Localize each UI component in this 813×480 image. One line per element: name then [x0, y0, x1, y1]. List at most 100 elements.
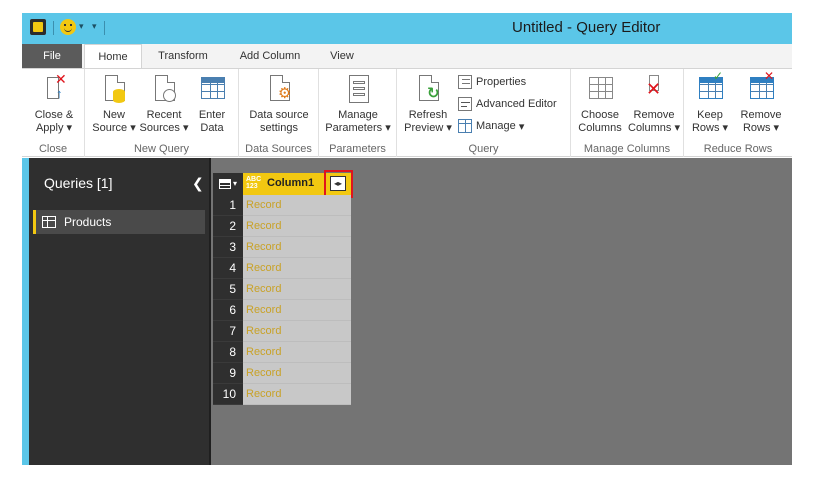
record-cell[interactable]: Record [243, 363, 351, 384]
feedback-smiley-icon[interactable] [60, 19, 76, 35]
new-source-label-2: Source [92, 122, 128, 134]
row-number[interactable]: 6 [213, 300, 243, 321]
manage-query-button[interactable]: Manage ▾ [458, 119, 524, 133]
choose-columns-label-2: Columns [578, 122, 622, 134]
advanced-editor-button[interactable]: Advanced Editor [458, 97, 557, 111]
record-cell[interactable]: Record [243, 216, 351, 237]
row-number[interactable]: 4 [213, 258, 243, 279]
table-row: 3 Record [213, 237, 351, 258]
remove-columns-label-2: Columns [628, 122, 672, 134]
keep-rows-button[interactable]: ✓ Keep Rows ▾ [688, 70, 732, 135]
highlight-box [324, 170, 353, 198]
tab-transform[interactable]: Transform [148, 44, 218, 68]
close-apply-label: Close & [34, 109, 74, 121]
toolbar-separator [53, 21, 54, 35]
refresh-preview-label-2: Preview [404, 122, 444, 134]
queries-pane: Queries [1] ❮ Products [29, 158, 209, 465]
row-number[interactable]: 2 [213, 216, 243, 237]
group-manage-columns: Choose Columns ✕ Remove Columns ▾ Manage… [571, 69, 684, 157]
window-left-edge [22, 158, 29, 465]
title-bar: ▾ ▾ Untitled - Query Editor [22, 13, 792, 44]
tab-add-column[interactable]: Add Column [230, 44, 310, 68]
close-apply-icon: ✕ ↑ [39, 72, 69, 105]
remove-columns-button[interactable]: ✕ Remove Columns ▾ [627, 73, 681, 135]
row-number[interactable]: 10 [213, 384, 243, 405]
new-source-button[interactable]: New Source ▾ [91, 73, 137, 135]
table-icon [42, 216, 56, 228]
window-title: Untitled - Query Editor [512, 19, 661, 36]
table-row: 10 Record [213, 384, 351, 405]
keep-rows-icon: ✓ [695, 70, 725, 105]
chevron-down-icon[interactable]: ▾ [79, 21, 84, 32]
row-number[interactable]: 8 [213, 342, 243, 363]
close-apply-label-2: Apply [35, 122, 64, 134]
enter-data-icon [197, 73, 227, 105]
record-cell[interactable]: Record [243, 258, 351, 279]
record-cell[interactable]: Record [243, 342, 351, 363]
remove-rows-button[interactable]: ✕ Remove Rows ▾ [736, 70, 786, 135]
properties-icon [458, 75, 472, 89]
power-bi-icon[interactable] [30, 19, 46, 35]
properties-button[interactable]: Properties [458, 75, 526, 89]
customize-toolbar-icon[interactable]: ▾ [92, 21, 97, 32]
row-number[interactable]: 1 [213, 195, 243, 216]
column-name: Column1 [267, 177, 315, 189]
row-number[interactable]: 3 [213, 237, 243, 258]
new-source-icon [99, 73, 129, 105]
data-source-settings-label: Data source [249, 109, 309, 121]
group-data-sources: ⚙ Data source settings Data Sources [239, 69, 319, 157]
recent-sources-label-2: Sources [139, 122, 180, 134]
query-item-products[interactable]: Products [33, 210, 205, 234]
table-row: 2 Record [213, 216, 351, 237]
ribbon-tabs: File Home Transform Add Column View [22, 44, 792, 69]
choose-columns-icon [585, 73, 615, 105]
manage-parameters-label: Manage [338, 109, 378, 121]
toolbar-separator [104, 21, 105, 35]
table-row: 1 Record [213, 195, 351, 216]
query-editor-window: ▾ ▾ Untitled - Query Editor File Home Tr… [22, 13, 792, 465]
table-row: 6 Record [213, 300, 351, 321]
table-options-button[interactable]: ▾ [213, 173, 243, 195]
record-cell[interactable]: Record [243, 195, 351, 216]
record-cell[interactable]: Record [243, 237, 351, 258]
record-cell[interactable]: Record [243, 384, 351, 405]
refresh-preview-button[interactable]: ↻ Refresh Preview ▾ [403, 73, 453, 135]
collapse-pane-icon[interactable]: ❮ [192, 175, 204, 192]
group-label-manage-columns: Manage Columns [583, 143, 671, 155]
record-cell[interactable]: Record [243, 321, 351, 342]
recent-sources-button[interactable]: Recent Sources ▾ [139, 73, 189, 135]
row-number[interactable]: 9 [213, 363, 243, 384]
query-item-label: Products [64, 215, 112, 229]
refresh-preview-label: Refresh [408, 109, 448, 121]
row-number[interactable]: 5 [213, 279, 243, 300]
manage-parameters-button[interactable]: Manage Parameters ▾ [323, 73, 393, 135]
remove-rows-label: Remove [740, 109, 782, 121]
manage-query-label: Manage [476, 120, 516, 132]
tab-file[interactable]: File [22, 44, 82, 68]
row-number[interactable]: 7 [213, 321, 243, 342]
properties-label: Properties [476, 76, 527, 88]
choose-columns-button[interactable]: Choose Columns [575, 73, 625, 135]
ribbon: ✕ ↑ Close & Apply ▾ Close New Source ▾ R… [22, 68, 792, 157]
advanced-editor-icon [458, 97, 472, 111]
table-row: 7 Record [213, 321, 351, 342]
close-apply-button[interactable]: ✕ ↑ Close & Apply ▾ [30, 72, 78, 135]
remove-columns-label: Remove [633, 109, 675, 121]
data-source-settings-button[interactable]: ⚙ Data source settings [243, 73, 315, 135]
any-type-icon[interactable]: ABC 123 [246, 176, 264, 190]
new-source-label: New [102, 109, 125, 121]
record-cell[interactable]: Record [243, 300, 351, 321]
group-query: ↻ Refresh Preview ▾ Properties Advanced … [397, 69, 571, 157]
group-label-parameters: Parameters [329, 143, 386, 155]
refresh-icon: ↻ [413, 73, 443, 105]
table-row: 4 Record [213, 258, 351, 279]
record-cell[interactable]: Record [243, 279, 351, 300]
tab-view[interactable]: View [322, 44, 362, 68]
manage-parameters-label-2: Parameters [325, 122, 383, 134]
tab-home[interactable]: Home [84, 44, 142, 69]
data-preview-area: ▾ ABC 123 Column1 ◂▸ 1 Record 2 Record 3 Reco… [211, 158, 792, 465]
enter-data-button[interactable]: Enter Data [193, 73, 231, 135]
group-new-query: New Source ▾ Recent Sources ▾ Enter Data… [85, 69, 239, 157]
remove-columns-icon: ✕ [639, 73, 669, 105]
group-label-query: Query [468, 143, 499, 155]
